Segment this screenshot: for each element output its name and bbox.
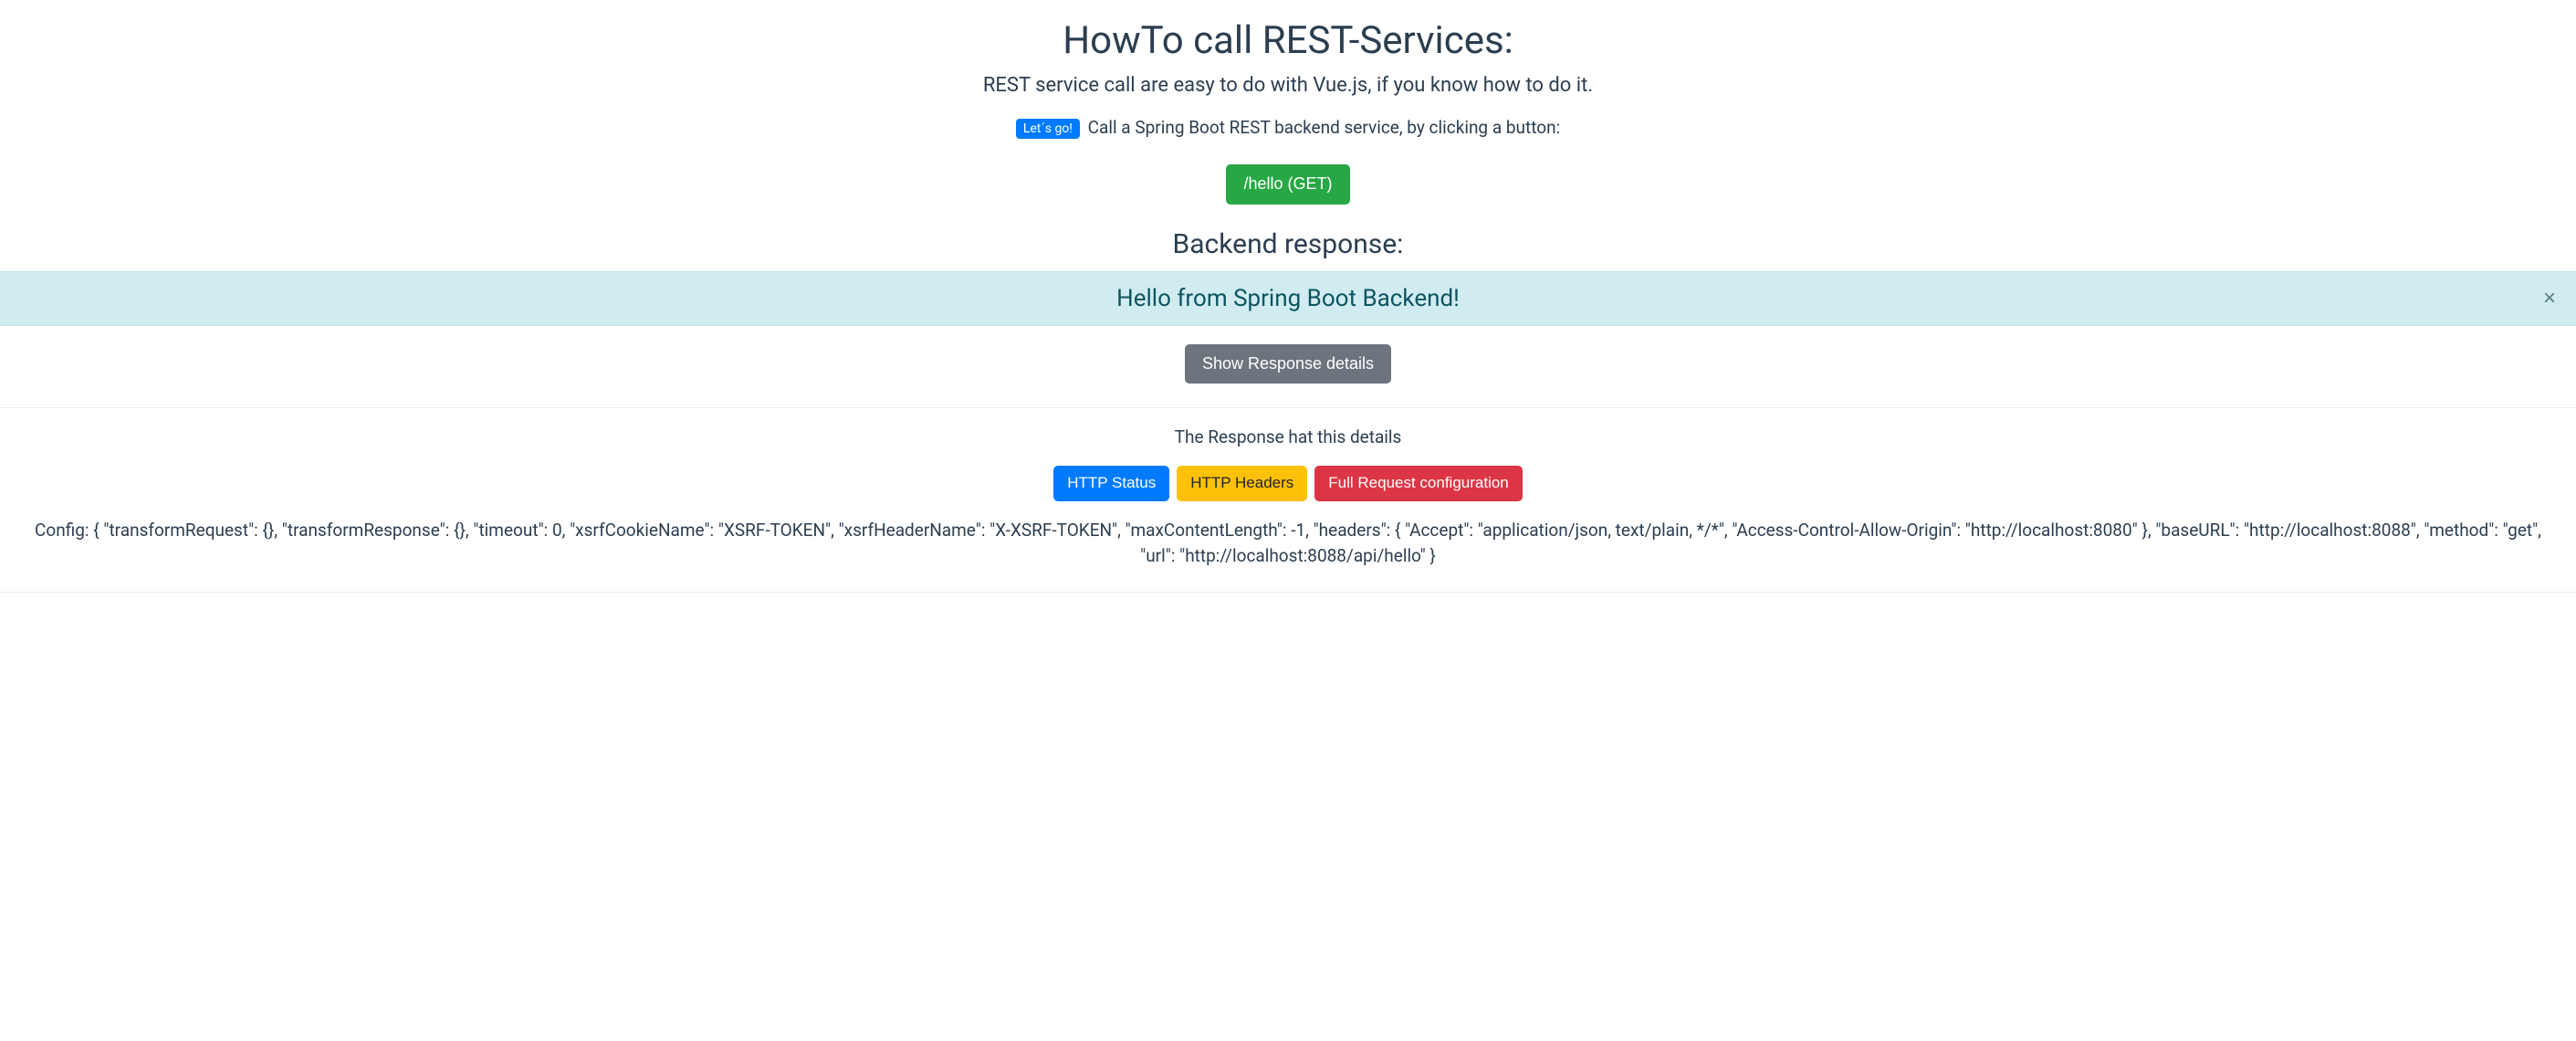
intro-text: Call a Spring Boot REST backend service,… (1088, 117, 1561, 138)
page-subtitle: REST service call are easy to do with Vu… (0, 74, 2576, 97)
tab-full-request-config[interactable]: Full Request configuration (1314, 466, 1523, 500)
details-tab-group: HTTP Status HTTP Headers Full Request co… (1053, 466, 1523, 500)
config-output: Config: { "transformRequest": {}, "trans… (0, 518, 2576, 570)
page-title: HowTo call REST-Services: (0, 18, 2576, 63)
details-title: The Response hat this details (0, 426, 2576, 447)
response-heading: Backend response: (0, 228, 2576, 260)
response-message: Hello from Spring Boot Backend! (1116, 285, 1460, 312)
page-container: HowTo call REST-Services: REST service c… (0, 0, 2576, 611)
divider (0, 407, 2576, 408)
tab-http-status[interactable]: HTTP Status (1053, 466, 1169, 500)
intro-line: Let´s go! Call a Spring Boot REST backen… (0, 117, 2576, 139)
call-hello-button[interactable]: /hello (GET) (1226, 164, 1349, 205)
response-alert: Hello from Spring Boot Backend! × (0, 271, 2576, 326)
tab-http-headers[interactable]: HTTP Headers (1177, 466, 1307, 500)
show-response-details-button[interactable]: Show Response details (1185, 344, 1391, 384)
details-section: The Response hat this details HTTP Statu… (0, 426, 2576, 569)
bottom-divider (0, 592, 2576, 593)
lets-go-badge: Let´s go! (1016, 119, 1080, 139)
close-icon[interactable]: × (2539, 284, 2560, 313)
